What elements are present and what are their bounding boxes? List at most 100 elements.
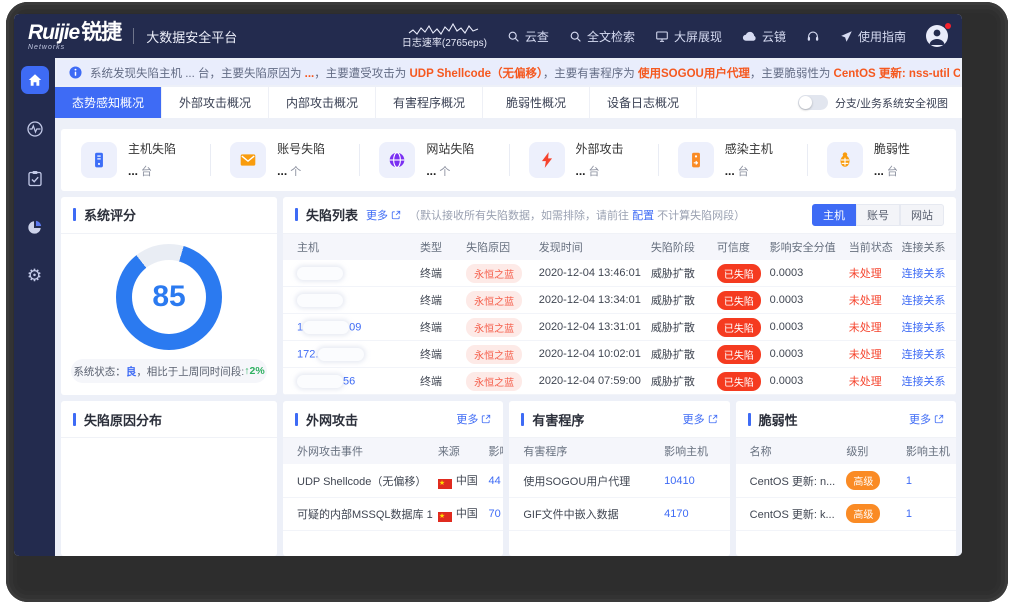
host-cell[interactable] [283,260,415,287]
view-toggle-area: 分支/业务系统安全视图 [798,87,962,118]
type-cell: 终端 [415,287,461,314]
stage-cell: 威胁扩散 [646,287,712,314]
host-cell[interactable]: 172. [283,341,415,368]
col-relation: 连接关系 [897,234,956,260]
impact-count[interactable]: 1 [901,497,956,530]
menu-big-screen[interactable]: 大屏展现 [655,28,722,45]
user-avatar[interactable] [926,25,948,47]
col-time: 发现时间 [534,234,646,260]
score-cell: 0.0003 [765,287,844,314]
impact-count[interactable]: 70 [483,497,503,530]
lightning-icon [529,142,565,178]
stat-card-host-compromise[interactable]: 主机失陷 ...台 [61,129,210,191]
status-trend: ↑2% [244,365,264,377]
impact-count[interactable]: 1 [901,464,956,497]
impact-count[interactable]: 10410 [659,464,730,497]
alert-text: 系统发现失陷主机 ... 台，主要失陷原因为 ...，主要遭受攻击为 UDP S… [90,65,960,81]
brand-logo[interactable]: Ruijie锐捷 Networks [28,22,121,51]
note-text: （默认接收所有失陷数据，如需排除，请前往 [409,210,632,222]
stat-cards: 主机失陷 ...台 账号失陷 ...个 [61,129,956,191]
more-link[interactable]: 更多 [456,411,491,427]
stat-card-vulnerability[interactable]: 脆弱性 ...台 [807,129,956,191]
stat-card-website-compromise[interactable]: 网站失陷 ...个 [359,129,508,191]
col-reason: 失陷原因 [461,234,534,260]
impact-count[interactable]: 44 [483,464,503,497]
table-header-row: 有害程序 影响主机 [509,438,729,464]
branch-view-toggle[interactable] [798,95,828,110]
tab-internal-attack[interactable]: 内部攻击概况 [269,87,376,118]
menu-support[interactable] [806,29,820,43]
col-impact-hosts: 影响主机 [659,438,730,464]
nav-item-tasks[interactable] [21,164,49,192]
stage-cell: 威胁扩散 [646,368,712,395]
filter-account[interactable]: 账号 [856,204,900,226]
host-cell[interactable] [283,287,415,314]
avatar-icon [926,25,948,47]
redaction-smudge [297,375,343,388]
brand-networks-label: Networks [28,44,121,51]
alert-seg: ，主要有害程序为 [543,68,638,80]
clipboard-check-icon [27,170,43,187]
pulse-gauge-icon [26,120,44,138]
status-grade: 良 [126,364,137,379]
tab-situation-overview[interactable]: 态势感知概况 [55,87,162,118]
tab-external-attack[interactable]: 外部攻击概况 [162,87,269,118]
relation-link[interactable]: 连接关系 [897,260,956,287]
impact-count[interactable]: 4170 [659,497,730,530]
menu-user-guide[interactable]: 使用指南 [840,28,906,45]
menu-fulltext-search[interactable]: 全文检索 [569,28,635,45]
external-attack-panel: 外网攻击 更多 外网攻击事件 来源 影响主机 [283,401,503,556]
status-badge: 已失陷 [717,318,761,337]
main-content: 系统发现失陷主机 ... 台，主要失陷原因为 ...，主要遭受攻击为 UDP S… [55,58,962,556]
nav-item-settings[interactable]: ⚙ [21,262,49,290]
relation-link[interactable]: 连接关系 [897,341,956,368]
reason-badge: 永恒之蓝 [466,372,522,391]
host-cell[interactable]: 56 [283,368,415,395]
nav-item-monitoring[interactable] [21,115,49,143]
time-cell: 2020-12-04 13:31:01 [534,314,646,341]
app-window: Ruijie锐捷 Networks 大数据安全平台 日志速率(2765eps) … [14,14,962,556]
menu-cloud-lookup[interactable]: 云查 [507,28,549,45]
event-cell: UDP Shellcode（无偏移） [283,464,433,497]
panel-header: 失陷列表 更多 （默认接收所有失陷数据，如需排除，请前往 配置 不计算失陷网段）… [283,197,956,234]
status-badge: 已失陷 [717,372,761,391]
more-link[interactable]: 更多 [366,207,401,223]
stat-card-external-attack[interactable]: 外部攻击 ...台 [509,129,658,191]
stat-card-infected-host[interactable]: 感染主机 ...台 [658,129,807,191]
tab-vulnerability[interactable]: 脆弱性概况 [483,87,590,118]
level-cell: 高级 [841,464,900,497]
tab-malware[interactable]: 有害程序概况 [376,87,483,118]
menu-label: 云镜 [762,28,786,45]
search-icon [569,30,582,43]
table-row: 109 终端 永恒之蓝 2020-12-04 13:31:01 威胁扩散 已失陷… [283,314,956,341]
host-fragment: 56 [343,375,355,387]
more-link[interactable]: 更多 [909,411,944,427]
title-accent-bar [73,413,76,426]
reason-cell: 永恒之蓝 [461,287,534,314]
score-cell: 0.0003 [765,314,844,341]
nav-item-home[interactable] [21,66,49,94]
redaction-smudge [297,294,343,307]
table-row: CentOS 更新: k... 高级 1 [736,497,956,530]
menu-cloud-mirror[interactable]: 云镜 [742,28,786,45]
relation-link[interactable]: 连接关系 [897,287,956,314]
table-row: 172. 终端 永恒之蓝 2020-12-04 10:02:01 威胁扩散 已失… [283,341,956,368]
relation-link[interactable]: 连接关系 [897,368,956,395]
bug-icon [827,142,863,178]
stat-value: ...个 [426,163,474,179]
panel-header: 有害程序 更多 [509,401,729,438]
filter-host[interactable]: 主机 [812,204,856,226]
tab-device-log[interactable]: 设备日志概况 [590,87,697,118]
system-score-panel: 系统评分 85 系统状态：良，相比于上周同时间段: ↑2% [61,197,277,396]
more-link[interactable]: 更多 [683,411,718,427]
stat-card-account-compromise[interactable]: 账号失陷 ...个 [210,129,359,191]
relation-link[interactable]: 连接关系 [897,314,956,341]
stat-value: ...台 [128,163,176,179]
filter-website[interactable]: 网站 [900,204,944,226]
headset-icon [806,29,820,43]
config-link[interactable]: 配置 [632,210,654,222]
external-attack-table: 外网攻击事件 来源 影响主机 UDP Shellcode（无偏移） ★中国 44 [283,438,503,531]
host-cell[interactable]: 109 [283,314,415,341]
nav-item-reports[interactable] [21,213,49,241]
title-accent-bar [521,413,524,426]
